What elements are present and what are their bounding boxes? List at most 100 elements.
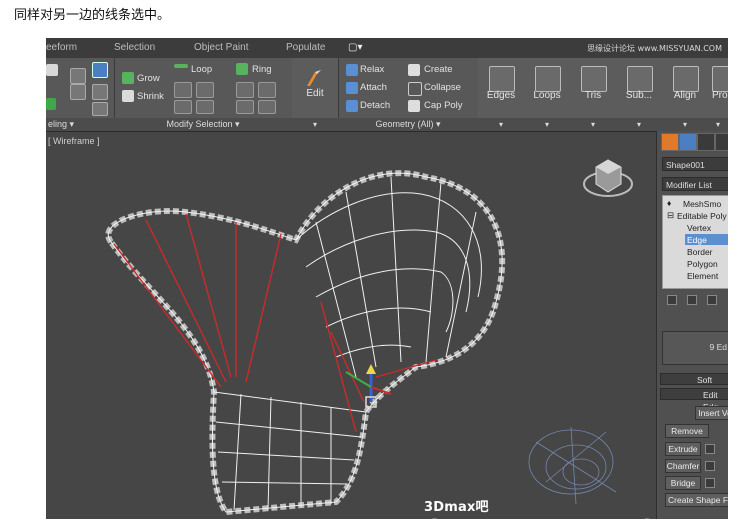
ring-shift-icon[interactable]: [236, 100, 254, 114]
cap-poly-button[interactable]: Cap Poly: [424, 100, 463, 111]
loop-shift-icon[interactable]: [174, 100, 192, 114]
forum-watermark: 思缘设计论坛 www.MISSYUAN.COM: [587, 44, 722, 53]
edges-button[interactable]: Edges ▾: [478, 58, 525, 131]
grow-icon: [122, 72, 134, 84]
loop-shrink-icon[interactable]: [196, 82, 214, 98]
stack-item-polygon[interactable]: Polygon: [687, 259, 718, 269]
edit-button[interactable]: Edit ▾: [292, 58, 339, 131]
detach-button[interactable]: Detach: [360, 100, 390, 111]
element-mode-icon[interactable]: [92, 102, 108, 116]
subdivide-dropdown-icon[interactable]: ▾: [616, 118, 662, 131]
loops-icon: [535, 66, 561, 92]
bridge-button[interactable]: Bridge: [665, 476, 701, 490]
geometry-footer[interactable]: Geometry (All) ▾: [338, 118, 478, 131]
stack-item-editable-poly[interactable]: Editable Poly: [677, 211, 727, 221]
wireframe-mesh[interactable]: [46, 132, 656, 519]
stack-item-vertex[interactable]: Vertex: [687, 223, 711, 233]
extrude-button[interactable]: Extrude: [665, 442, 701, 456]
stack-item-meshsmooth[interactable]: MeshSmo: [683, 199, 721, 209]
show-end-result-icon[interactable]: [687, 295, 697, 305]
loop-icon: [174, 64, 188, 68]
tab-object-paint[interactable]: Object Paint: [194, 42, 248, 53]
tris-button[interactable]: Tris ▾: [570, 58, 617, 131]
create-shape-button[interactable]: Create Shape Fr: [665, 493, 728, 507]
relax-icon: [346, 64, 358, 76]
polygon-mode-icon[interactable]: [46, 98, 56, 110]
ring-button[interactable]: Ring: [252, 64, 272, 75]
bridge-settings-icon[interactable]: [705, 478, 715, 488]
edit-label: Edit: [306, 88, 324, 99]
align-button[interactable]: Align ▾: [662, 58, 709, 131]
loop-button[interactable]: Loop: [191, 64, 212, 75]
soft-selection-rollout[interactable]: Soft Sele: [660, 373, 728, 397]
tris-dropdown-icon[interactable]: ▾: [570, 118, 616, 131]
chamfer-button[interactable]: Chamfer: [665, 459, 701, 473]
ribbon-tab-bar: eeform Selection Object Paint Populate ▢…: [46, 38, 728, 58]
loops-button[interactable]: Loops ▾: [524, 58, 571, 131]
subdivide-button[interactable]: Sub... ▾: [616, 58, 663, 131]
align-dropdown-icon[interactable]: ▾: [662, 118, 708, 131]
perspective-viewport[interactable]: [ Wireframe ] 3Dmax吧: [46, 131, 656, 519]
command-panel: Shape001 Modifier List ♦ MeshSmo ⊟ Edita…: [656, 131, 728, 519]
tris-label: Tris: [584, 90, 602, 101]
border-mode-icon[interactable]: [92, 84, 108, 100]
modifier-list-dropdown[interactable]: Modifier List: [662, 177, 728, 191]
shrink-button[interactable]: Shrink: [137, 91, 164, 102]
properties-button[interactable]: Pro ▾: [708, 58, 728, 131]
modify-tab-icon[interactable]: [679, 133, 697, 151]
loops-dropdown-icon[interactable]: ▾: [524, 118, 570, 131]
extrude-settings-icon[interactable]: [705, 444, 715, 454]
object-name-field[interactable]: Shape001: [662, 157, 728, 171]
subdivide-icon: [627, 66, 653, 92]
subdivide-label: Sub...: [625, 90, 653, 101]
align-icon: [673, 66, 699, 92]
insert-vertex-button[interactable]: Insert Ve: [695, 406, 728, 420]
edge-mode-icon[interactable]: [70, 84, 86, 100]
remove-button[interactable]: Remove: [665, 424, 709, 438]
collapse-icon: [408, 82, 422, 96]
selection-info-box: 9 Ed: [662, 331, 728, 365]
lightbulb-icon[interactable]: ♦: [667, 198, 671, 208]
ring-options-icon[interactable]: [258, 100, 276, 114]
ring-shrink-icon[interactable]: [258, 82, 276, 98]
grow-button[interactable]: Grow: [137, 73, 160, 84]
collapse-button[interactable]: Collapse: [424, 82, 461, 93]
detach-icon: [346, 100, 358, 112]
stack-item-border[interactable]: Border: [687, 247, 713, 257]
tab-options-dropdown[interactable]: ▢▾: [348, 42, 362, 53]
tab-populate[interactable]: Populate: [286, 42, 325, 53]
loop-options-icon[interactable]: [196, 100, 214, 114]
properties-dropdown-icon[interactable]: ▾: [708, 118, 728, 131]
attach-button[interactable]: Attach: [360, 82, 387, 93]
relax-button[interactable]: Relax: [360, 64, 384, 75]
create-tab-icon[interactable]: [661, 133, 679, 151]
chamfer-settings-icon[interactable]: [705, 461, 715, 471]
tab-selection[interactable]: Selection: [114, 42, 155, 53]
vertex-mode-icon[interactable]: [92, 62, 108, 78]
stack-item-edge[interactable]: Edge: [687, 235, 707, 245]
3dsmax-window: eeform Selection Object Paint Populate ▢…: [46, 38, 728, 519]
create-button[interactable]: Create: [424, 64, 453, 75]
modeling-panel: eling ▾: [46, 58, 115, 131]
ribbon: eling ▾ Grow Shrink Loop Ring Modify Sel…: [46, 58, 728, 131]
modifier-stack[interactable]: ♦ MeshSmo ⊟ Editable Poly Vertex Edge Bo…: [662, 195, 728, 289]
edges-dropdown-icon[interactable]: ▾: [478, 118, 524, 131]
modify-selection-footer[interactable]: Modify Selection ▾: [114, 118, 292, 131]
edit-dropdown-icon[interactable]: ▾: [292, 118, 338, 131]
motion-tab-icon[interactable]: [715, 133, 728, 151]
viewcube-icon: [583, 159, 633, 197]
loops-label: Loops: [533, 90, 561, 101]
sphere-icon[interactable]: [46, 64, 58, 76]
edit-edges-rollout[interactable]: Edit Edg: [660, 388, 728, 412]
loop-grow-icon[interactable]: [174, 82, 192, 98]
tab-freeform[interactable]: eeform: [46, 42, 77, 53]
ring-grow-icon[interactable]: [236, 82, 254, 98]
edit-icon: [303, 66, 327, 90]
expand-icon[interactable]: ⊟: [667, 210, 674, 221]
hierarchy-tab-icon[interactable]: [697, 133, 715, 151]
make-unique-icon[interactable]: [707, 295, 717, 305]
stack-item-element[interactable]: Element: [687, 271, 718, 281]
modeling-panel-footer[interactable]: eling ▾: [46, 118, 114, 131]
pin-stack-icon[interactable]: [667, 295, 677, 305]
grid-icon[interactable]: [70, 68, 86, 84]
